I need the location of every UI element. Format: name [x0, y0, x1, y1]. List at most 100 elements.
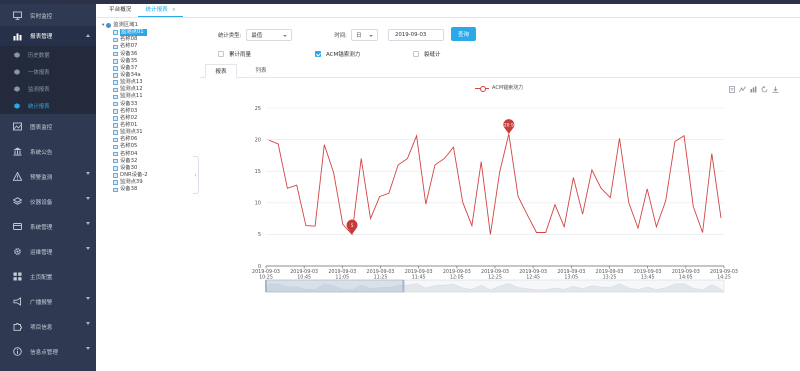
tree-root[interactable]: ▾ 监测区域1 [100, 22, 192, 29]
checkbox-box[interactable] [218, 51, 224, 57]
chevron-down-icon [86, 247, 90, 250]
tree-node[interactable]: 名称03 [113, 108, 192, 115]
tree-node[interactable]: 名称05 [113, 143, 192, 150]
device-icon [113, 166, 118, 171]
tree-node[interactable]: 设备37 [113, 65, 192, 72]
checkbox-box[interactable] [315, 51, 321, 57]
tree-node-label: 设备32 [120, 157, 138, 164]
device-icon [113, 187, 118, 193]
sidebar-item-label: 预警监测 [30, 174, 53, 181]
checkbox-label: ACM锚索测力 [326, 52, 361, 58]
submenu-item-0[interactable]: 历史数据 [0, 46, 96, 63]
sidebar-item-8[interactable]: 主页配置 [0, 264, 96, 289]
marker-label: 20.9 [504, 123, 514, 129]
device-icon [113, 94, 118, 100]
save-image-icon[interactable] [772, 86, 779, 93]
tree-node-label: 名称07 [120, 43, 138, 50]
tree-node[interactable]: 名称02 [113, 115, 192, 122]
sidebar-item-label: 系统管理 [30, 224, 53, 231]
grid-icon [13, 272, 22, 281]
checkbox-label: 累计雨量 [229, 52, 252, 58]
query-button[interactable]: 查询 [451, 27, 476, 41]
x-tick-label: 2019-09-03 [710, 269, 738, 275]
x-tick-label: 2019-09-03 [634, 269, 662, 275]
caret-down-icon[interactable]: ▾ [102, 22, 104, 29]
tree-node[interactable]: 设备35 [113, 58, 192, 65]
restore-icon[interactable] [761, 86, 768, 93]
x-tick-label: 2019-09-03 [519, 269, 547, 275]
sidebar-item-label: 项目信息 [30, 324, 53, 331]
tree-node[interactable]: 名称07 [113, 43, 192, 50]
checkbox-crack[interactable]: 裂缝计 [413, 50, 441, 58]
collapse-tree-button[interactable]: ‹ [193, 156, 199, 194]
x-tick-label: 2019-09-03 [481, 269, 509, 275]
close-icon[interactable]: × [172, 7, 176, 13]
tree-node[interactable]: 设备38 [113, 186, 192, 193]
sidebar-item-9[interactable]: 广播报警 [0, 289, 96, 314]
sidebar-item-5[interactable]: 仪器设备 [0, 189, 96, 214]
tab-list[interactable]: 列表 [245, 64, 277, 78]
tab-report[interactable]: 报表 [205, 64, 237, 78]
x-tick-label: 2019-09-03 [557, 269, 585, 275]
sidebar-item-7[interactable]: 运维管理 [0, 239, 96, 264]
submenu-item-3[interactable]: 统计报表 [0, 97, 96, 114]
submenu-item-2[interactable]: 监测报表 [0, 80, 96, 97]
x-tick-label: 2019-09-03 [596, 269, 624, 275]
sidebar-item-2[interactable]: 图表监控 [0, 114, 96, 139]
sidebar-item-10[interactable]: 项目信息 [0, 314, 96, 339]
legend-marker-icon [475, 85, 489, 92]
cube-icon [14, 51, 20, 58]
date-input[interactable]: 2019-09-03 [388, 29, 444, 41]
submenu-item-1[interactable]: 一体报表 [0, 63, 96, 80]
sidebar: 实时监控 报表管理 历史数据 一体报表 监测报表 统计报表 图表监控 系统公告 … [0, 4, 96, 371]
time-unit-select[interactable]: 日 [351, 29, 378, 41]
sidebar-item-4[interactable]: 预警监测 [0, 164, 96, 189]
tab-statistics-report[interactable]: 统计报表 × [138, 4, 183, 17]
device-icon [113, 59, 118, 64]
submenu-item-label: 监测报表 [28, 86, 50, 93]
tab-platform-overview[interactable]: 平台概况 [102, 4, 138, 17]
x-tick-label: 14:25 [717, 275, 731, 281]
stat-type-select[interactable]: 最值 [246, 29, 293, 41]
checkbox-acm[interactable]: ACM锚索测力 [315, 50, 360, 58]
x-tick-label: 13:05 [564, 275, 578, 281]
device-icon [113, 37, 118, 43]
sidebar-item-11[interactable]: 信息点管理 [0, 339, 96, 364]
x-tick-label: 12:45 [526, 275, 540, 281]
sidebar-item-6[interactable]: 系统管理 [0, 214, 96, 239]
region-icon [106, 23, 112, 29]
tree-node[interactable]: 设备33 [113, 101, 192, 108]
chevron-down-icon [86, 297, 90, 300]
sidebar-item-label: 广播报警 [30, 299, 53, 306]
checkbox-rainfall[interactable]: 累计雨量 [218, 50, 251, 58]
picture-icon [13, 122, 22, 131]
x-tick-label: 2019-09-03 [252, 269, 280, 275]
submenu-item-label: 历史数据 [28, 52, 50, 59]
page-tabs: 平台概况 统计报表 × [96, 4, 800, 18]
tree-node[interactable]: 名称04 [113, 151, 192, 158]
device-icon [113, 101, 118, 107]
tree-node[interactable]: 设备36 [113, 51, 192, 58]
tree-node[interactable]: 设备30 [113, 165, 192, 172]
tab-label: 平台概况 [109, 7, 132, 13]
chevron-down-icon [86, 347, 90, 350]
tree-node[interactable]: 设备32 [113, 158, 192, 165]
marker-pin [346, 219, 358, 235]
chart-legend[interactable]: ACM锚索测力 [475, 84, 523, 92]
sidebar-item-1[interactable]: 报表管理 [0, 26, 96, 46]
sidebar-item-label: 图表监控 [30, 124, 53, 131]
tree-node[interactable]: 监测点11 [113, 93, 192, 100]
checkbox-box[interactable] [413, 51, 419, 57]
chevron-left-icon: ‹ [194, 171, 197, 179]
x-tick-label: 13:25 [603, 275, 617, 281]
tree-node-label: 设备36 [120, 50, 138, 57]
device-icon [113, 116, 118, 121]
sidebar-item-0[interactable]: 实时监控 [0, 5, 96, 26]
sidebar-item-3[interactable]: 系统公告 [0, 139, 96, 164]
marker-pin [503, 119, 515, 134]
line-chart-icon[interactable] [739, 86, 746, 93]
bar-chart-icon[interactable] [750, 86, 757, 93]
x-tick-label: 2019-09-03 [290, 269, 318, 275]
data-view-icon[interactable] [728, 86, 735, 93]
tree-node-label: 监测点11 [120, 93, 143, 100]
